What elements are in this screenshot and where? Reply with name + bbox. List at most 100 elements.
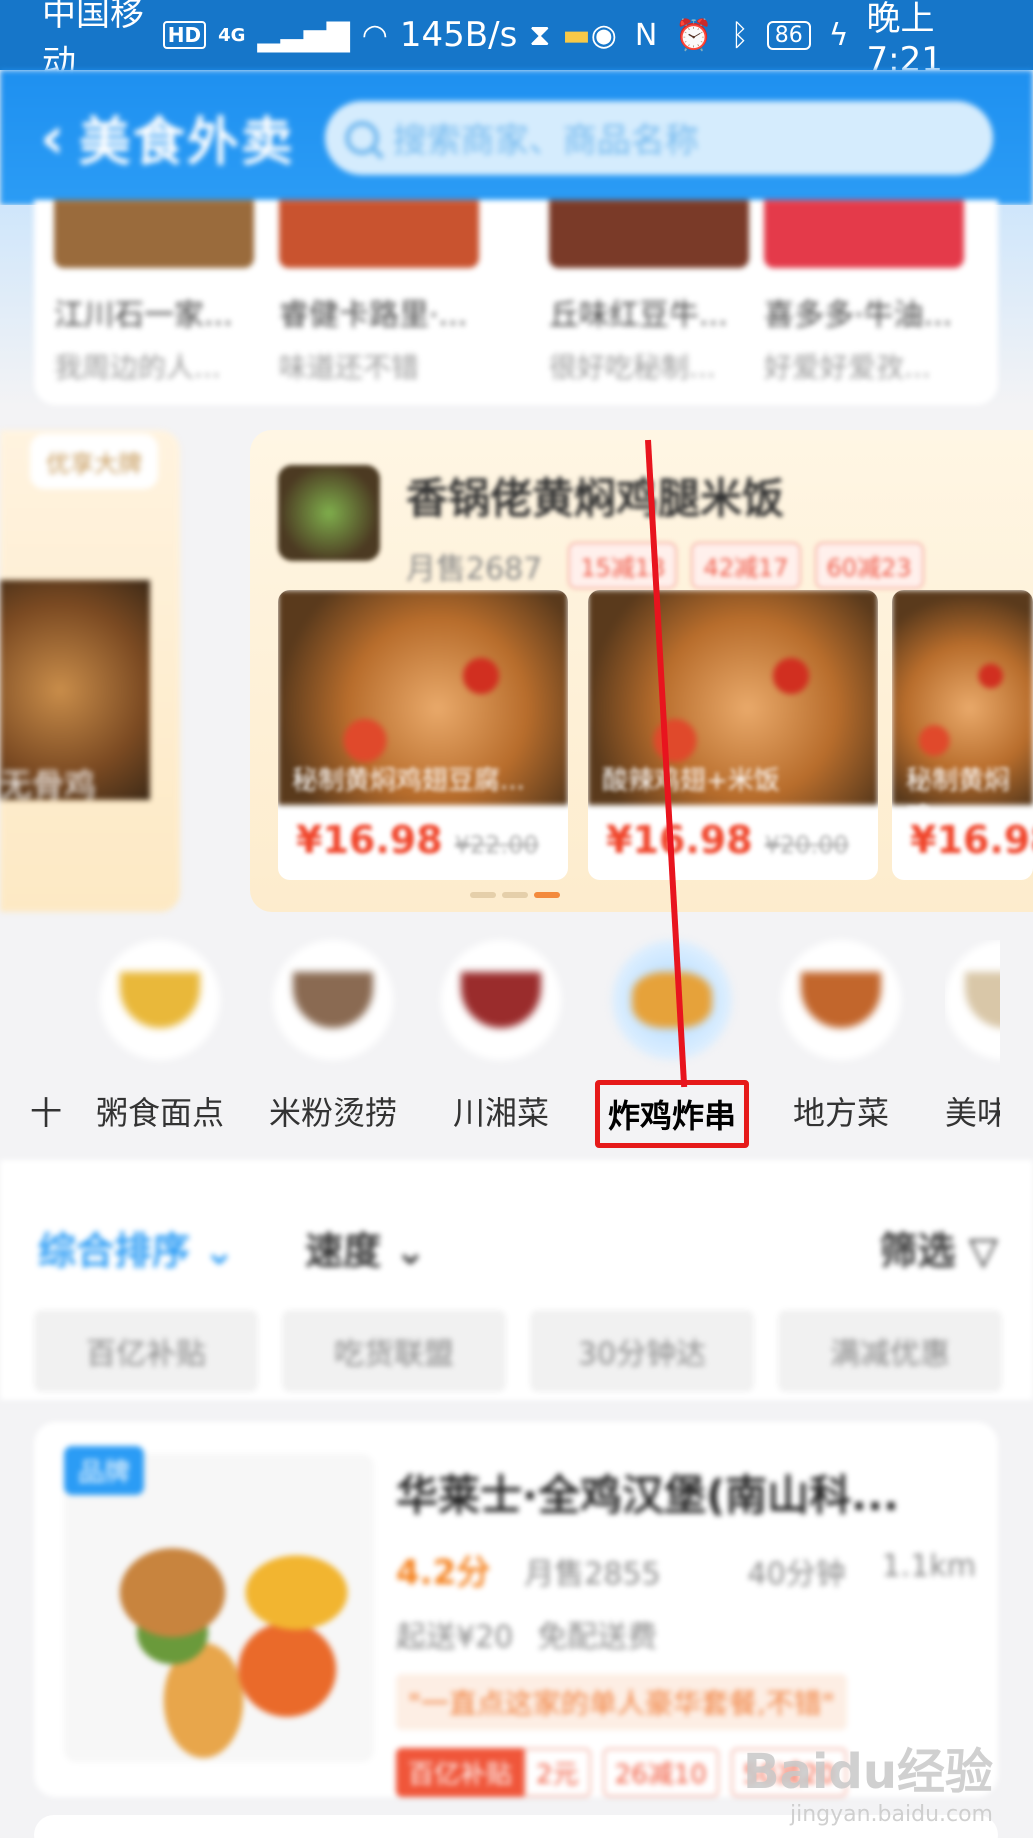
recommendation-item[interactable]: 江川石一家... 我周边的人... [54, 200, 254, 386]
filter-chip[interactable]: 满减优惠 [778, 1310, 1002, 1392]
category-label-selected: 炸鸡炸串 [594, 1080, 750, 1148]
signal-icon: ▂▃▅▇ [257, 17, 350, 53]
category-label: 地方菜 [792, 1094, 890, 1132]
eye-icon: ◉ [590, 17, 617, 53]
brand-card[interactable]: 香锅佬黄焖鸡腿米饭 月售2687 15减13 42减17 60减23 秘制黄焖鸡… [250, 430, 1033, 912]
clock: 晚上7:21 [866, 0, 943, 80]
recommendation-desc: 好爱好爱孜... [764, 351, 931, 384]
subsidy-tag: 百亿补贴 [396, 1748, 525, 1797]
baidu-watermark: Baidu经验 jingyan.baidu.com [743, 1732, 993, 1827]
dish-label: 酸辣鸡翅+米饭 [602, 766, 780, 796]
search-input[interactable]: 搜索商家、商品名称 [324, 100, 993, 175]
promo-badge: 15减13 [568, 542, 678, 589]
carousel-dot [470, 892, 496, 898]
category-label: 美味 [945, 1094, 1000, 1132]
network-speed: 145B/s [399, 15, 518, 55]
category-strip: 十 粥食面点 米粉烫捞 川湘菜 炸鸡炸串 地方菜 美味 [0, 940, 1000, 1150]
min-order: 起送¥20 [396, 1620, 514, 1655]
store-monthly-sales: 月售2855 [524, 1557, 661, 1592]
recommendation-item[interactable]: 睿健卡路里·... 味道还不错 [279, 200, 479, 386]
category-item-tasty[interactable]: 美味 [945, 940, 1000, 1150]
promo-badge: 42减17 [691, 542, 801, 589]
sort-comprehensive-button[interactable]: 综合排序 ⌄ [38, 1220, 235, 1275]
category-label: 粥食面点 [95, 1094, 225, 1132]
dish-price: ¥16.98 [296, 818, 443, 862]
filter-chip[interactable]: 百亿补贴 [34, 1310, 258, 1392]
porridge-bowl-icon [100, 940, 220, 1060]
network-type: 4G [218, 24, 246, 46]
wifi-icon: ◠ [361, 17, 388, 53]
carousel-dot [502, 892, 528, 898]
discount-tag: 26减10 [602, 1748, 719, 1797]
category-item-rice-noodles[interactable]: 米粉烫捞 [269, 940, 397, 1132]
recommendation-thumbnail [549, 200, 749, 268]
recommendation-desc: 很好吃秘制... [549, 351, 716, 384]
recommendation-name: 睿健卡路里·... [279, 298, 468, 333]
nfc-icon: N [634, 17, 658, 53]
store-distance: 1.1km [881, 1549, 976, 1584]
recommendation-item[interactable]: 喜多多·牛油... 好爱好爱孜... [764, 200, 964, 386]
store-rating: 4.2分 [396, 1553, 491, 1593]
sort-label: 综合排序 [38, 1229, 191, 1273]
monthly-sales: 月售2687 [406, 551, 543, 587]
stew-bowl-icon [781, 940, 901, 1060]
category-item-porridge[interactable]: 粥食面点 [96, 940, 224, 1132]
search-icon [344, 120, 379, 155]
recommendation-thumbnail [279, 200, 479, 268]
recommendation-card: 江川石一家... 我周边的人... 睿健卡路里·... 味道还不错 丘味红豆牛.… [34, 200, 998, 405]
sort-filter-bar: 综合排序 ⌄ 速度 ⌄ 筛选 ▽ 百亿补贴 吃货联盟 30分钟达 满减优惠 [0, 1160, 1033, 1400]
notification-app-icon: ▬ [562, 17, 591, 53]
recommendation-thumbnail [54, 200, 254, 268]
carousel-dot-active [534, 892, 560, 898]
category-item-fried-chicken[interactable]: 炸鸡炸串 [594, 940, 750, 1148]
filter-chip[interactable]: 30分钟达 [530, 1310, 754, 1392]
dish-card[interactable]: 秘制黄焖鸡翅豆腐... ¥16.98 ¥22.00 [278, 590, 568, 880]
filter-label: 筛选 [879, 1229, 956, 1273]
search-placeholder: 搜索商家、商品名称 [392, 121, 699, 161]
hd-icon: HD [162, 21, 207, 49]
store-image [64, 1454, 374, 1762]
brand-name: 香锅佬黄焖鸡腿米饭 [406, 474, 785, 523]
brand-header: 香锅佬黄焖鸡腿米饭 月售2687 15减13 42减17 60减23 [278, 465, 924, 589]
delivery-time: 40分钟 [747, 1557, 846, 1592]
alarm-icon: ⏰ [675, 17, 713, 53]
watermark-logo: Baidu经验 [743, 1744, 993, 1800]
dish-card[interactable]: 酸辣鸡翅+米饭 ¥16.98 ¥20.00 [588, 590, 878, 880]
store-name: 华莱士·全鸡汉堡(南山科... [396, 1471, 900, 1520]
category-label-partial: 十 [30, 1094, 63, 1132]
recommendation-name: 喜多多·牛油... [764, 298, 953, 333]
category-label: 米粉烫捞 [268, 1094, 398, 1132]
dish-old-price: ¥20.00 [764, 831, 849, 859]
fried-chicken-icon [612, 940, 732, 1060]
filter-chip[interactable]: 吃货联盟 [282, 1310, 506, 1392]
sort-speed-button[interactable]: 速度 ⌄ [305, 1220, 426, 1275]
dish-price: ¥16.98 [606, 818, 753, 862]
status-bar: 中国移动 HD 4G ▂▃▅▇ ◠ 145B/s ⧗ ▬ ◉ N ⏰ ᛒ 86 … [0, 0, 1033, 83]
food-plate-icon [945, 940, 1000, 1060]
recommendation-item[interactable]: 丘味红豆牛... 很好吃秘制... [549, 200, 749, 386]
recommendation-thumbnail [764, 200, 964, 268]
brand-logo [278, 465, 380, 561]
app-header: ‹ 美食外卖 搜索商家、商品名称 [0, 70, 1033, 205]
subsidy-amount: 2元 [524, 1748, 591, 1797]
bluetooth-icon: ᛒ [730, 17, 749, 53]
category-label: 川湘菜 [452, 1094, 550, 1132]
recommendation-name: 丘味红豆牛... [549, 298, 728, 333]
recommendation-desc: 我周边的人... [54, 351, 221, 384]
brand-tag: 优享大牌 [30, 434, 158, 489]
noodle-bowl-icon [273, 940, 393, 1060]
promo-badge: 60减23 [814, 542, 924, 589]
category-item-sichuan-hunan[interactable]: 川湘菜 [441, 940, 561, 1132]
chevron-left-icon[interactable]: ‹ [40, 103, 65, 173]
store-review: "一直点这家的单人豪华套餐,不错" [396, 1674, 847, 1730]
dish-card[interactable]: 秘制黄焖鸡 ¥16.98 [892, 590, 1033, 880]
dish-label: 秘制黄焖鸡翅豆腐... [292, 766, 525, 796]
brand-card-previous[interactable]: 优享大牌 无骨鸡 [0, 430, 180, 912]
brand-badge: 品牌 [64, 1446, 145, 1495]
funnel-icon: ▽ [968, 1229, 998, 1273]
filter-button[interactable]: 筛选 ▽ [880, 1220, 998, 1275]
sort-label: 速度 [305, 1229, 382, 1273]
category-item-local-cuisine[interactable]: 地方菜 [781, 940, 901, 1132]
carousel-indicator [470, 892, 560, 898]
dish-label: 无骨鸡 [0, 766, 97, 804]
